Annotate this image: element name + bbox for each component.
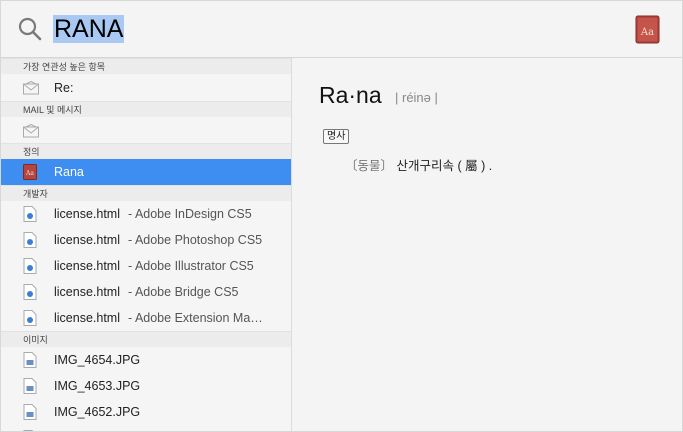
- result-title: Re:: [54, 81, 74, 95]
- svg-text:Aa: Aa: [640, 27, 654, 38]
- result-subtitle: - Adobe Extension Ma…: [128, 311, 263, 325]
- results-list: 가장 연관성 높은 항목 Re: MAIL 및 메시지 정의 Aa Rana 개…: [1, 58, 292, 431]
- dictionary-headword: Ra·na: [319, 82, 382, 108]
- result-title: IMG_4653.JPG: [54, 379, 141, 393]
- result-title: license.html: [54, 207, 120, 221]
- result-subtitle: - Adobe Illustrator CS5: [128, 259, 254, 273]
- result-row-image-partial[interactable]: [1, 425, 291, 431]
- result-title: license.html: [54, 311, 120, 325]
- result-row-image[interactable]: IMG_4652.JPG: [1, 399, 291, 425]
- image-file-icon: [23, 404, 37, 420]
- search-bar: RANA Aa: [1, 1, 682, 58]
- result-title: license.html: [54, 259, 120, 273]
- spotlight-window: RANA Aa 가장 연관성 높은 항목 Re: MAIL 및 메시지 정의 A…: [0, 0, 683, 432]
- result-subtitle: - Adobe Photoshop CS5: [128, 233, 263, 247]
- section-header-top-hits: 가장 연관성 높은 항목: [1, 58, 291, 74]
- search-query-text: RANA: [53, 15, 125, 43]
- result-row-developer[interactable]: license.html - Adobe Bridge CS5: [1, 279, 291, 305]
- result-title: Rana: [54, 165, 84, 179]
- section-header-developer: 개발자: [1, 185, 291, 201]
- svg-text:Aa: Aa: [25, 170, 34, 177]
- section-header-definition: 정의: [1, 143, 291, 159]
- result-row-developer[interactable]: license.html - Adobe Extension Ma…: [1, 305, 291, 331]
- result-subtitle: - Adobe InDesign CS5: [128, 207, 252, 221]
- html-file-icon: [23, 310, 37, 326]
- html-file-icon: [23, 284, 37, 300]
- image-file-icon: [23, 352, 37, 368]
- result-title: IMG_4652.JPG: [54, 405, 141, 419]
- preview-pane: Ra·na | réinə | 명사 〔동물〕 산개구리속 ( 屬 ) .: [293, 58, 682, 431]
- dictionary-icon: Aa: [23, 164, 37, 180]
- dictionary-icon: Aa: [635, 15, 660, 44]
- result-row-developer[interactable]: license.html - Adobe Illustrator CS5: [1, 253, 291, 279]
- definition-text: 〔동물〕 산개구리속 ( 屬 ) .: [345, 155, 492, 174]
- result-row-definition-rana[interactable]: Aa Rana: [1, 159, 291, 185]
- image-file-icon: [23, 378, 37, 394]
- search-input[interactable]: RANA: [53, 13, 125, 45]
- result-row-top-hit[interactable]: Re:: [1, 75, 291, 101]
- result-row-mail[interactable]: [1, 118, 291, 144]
- definition-domain: 〔동물〕: [345, 159, 394, 173]
- pronunciation: | réinə |: [395, 90, 438, 105]
- envelope-icon: [23, 124, 39, 138]
- html-file-icon: [23, 258, 37, 274]
- section-header-mail: MAIL 및 메시지: [1, 101, 291, 117]
- result-title: license.html: [54, 285, 120, 299]
- result-title: license.html: [54, 233, 120, 247]
- result-row-developer[interactable]: license.html - Adobe Photoshop CS5: [1, 227, 291, 253]
- html-file-icon: [23, 206, 37, 222]
- result-row-developer[interactable]: license.html - Adobe InDesign CS5: [1, 201, 291, 227]
- definition-body: 산개구리속 ( 屬 ) .: [396, 159, 493, 173]
- html-file-icon: [23, 232, 37, 248]
- result-subtitle: - Adobe Bridge CS5: [128, 285, 239, 299]
- result-title: IMG_4654.JPG: [54, 353, 141, 367]
- result-row-image[interactable]: IMG_4654.JPG: [1, 347, 291, 373]
- part-of-speech-badge: 명사: [323, 129, 350, 144]
- result-row-image[interactable]: IMG_4653.JPG: [1, 373, 291, 399]
- envelope-icon: [23, 81, 39, 95]
- section-header-images: 이미지: [1, 331, 291, 347]
- search-icon: [18, 17, 42, 41]
